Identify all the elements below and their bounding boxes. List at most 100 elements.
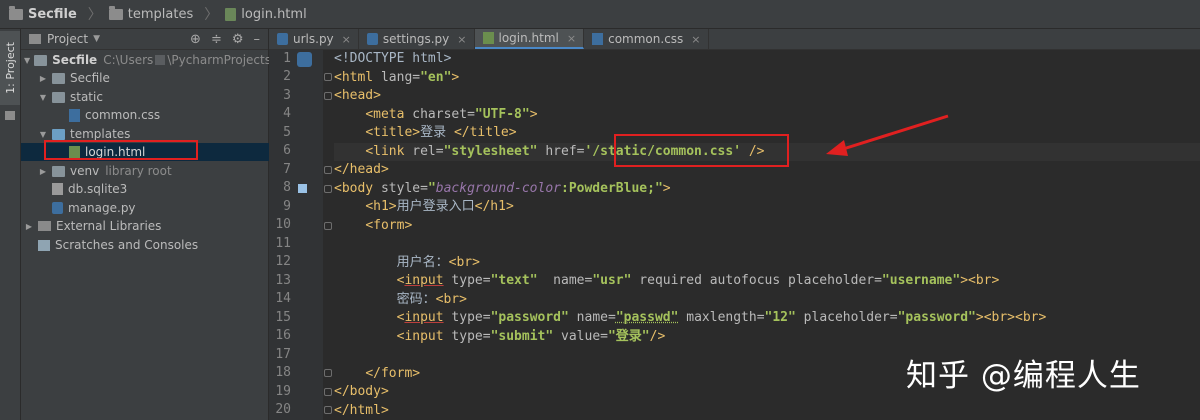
tree-item-venv[interactable]: ▶ venv library root: [21, 162, 285, 180]
tree-item-label: common.css: [85, 108, 161, 122]
breadcrumb-folder[interactable]: templates: [128, 7, 193, 22]
attr: type=: [443, 328, 491, 344]
line-number: 19: [275, 384, 291, 399]
close-icon[interactable]: ×: [342, 33, 351, 46]
editor-gutter: 1 2 3 4 5 6 7 8 9 10 11 12 13 14 15 16 1…: [269, 50, 323, 420]
tree-item-templates[interactable]: ▼ templates: [21, 125, 285, 143]
tab-urls-py[interactable]: urls.py ×: [269, 29, 359, 49]
folder-icon: [52, 72, 65, 84]
redacted-path: [155, 55, 166, 65]
text: 用户登录入口: [396, 199, 475, 214]
html-file-icon: [482, 32, 494, 44]
tree-item-label: templates: [70, 127, 131, 141]
collapsed-arrow-icon[interactable]: ▶: [24, 222, 34, 231]
attr: type=: [443, 310, 491, 325]
tag: <title>: [365, 125, 421, 140]
close-icon[interactable]: ×: [567, 32, 576, 45]
collapsed-arrow-icon[interactable]: ▶: [38, 74, 48, 83]
bookmark-icon[interactable]: [298, 184, 307, 193]
code-line-12: 用户名：<br>: [334, 254, 480, 273]
breadcrumb-project[interactable]: Secfile: [28, 7, 77, 22]
fold-marker-icon[interactable]: [324, 369, 332, 377]
expanded-arrow-icon[interactable]: ▼: [38, 130, 48, 139]
folder-icon: [9, 5, 23, 20]
locate-icon[interactable]: ⊕: [190, 32, 201, 47]
code-line-18: </form>: [334, 365, 420, 384]
python-file-icon: [366, 33, 378, 45]
string: "en": [420, 69, 452, 85]
tree-item-secfile[interactable]: ▶ Secfile: [21, 69, 285, 87]
string: "passwd": [615, 310, 679, 325]
tab-label: common.css: [608, 32, 684, 46]
line-number: 5: [283, 125, 291, 140]
string: "password": [490, 310, 569, 325]
tag: >: [451, 69, 460, 85]
tag: ><br>: [960, 273, 1000, 288]
line-number: 14: [275, 291, 291, 306]
tag: <head>: [334, 88, 381, 103]
fold-marker-icon[interactable]: [324, 92, 332, 100]
folder-icon: [108, 5, 123, 20]
attr: lang=: [373, 69, 421, 85]
tree-item-label: Scratches and Consoles: [55, 238, 199, 252]
tag: >: [529, 106, 538, 122]
tree-item-label: venv: [70, 164, 100, 178]
html-file-icon: [69, 145, 80, 159]
tag: </title>: [453, 125, 517, 140]
code-line-3: <head>: [334, 87, 381, 106]
hide-icon[interactable]: –: [254, 32, 261, 47]
project-view-selector[interactable]: Project: [47, 32, 88, 46]
line-number: 10: [275, 217, 291, 232]
tree-item-db-sqlite[interactable]: db.sqlite3: [21, 180, 299, 198]
code-line-16: <input type="submit" value="登录"/>: [334, 328, 666, 347]
tag: <body: [334, 180, 374, 196]
collapse-all-icon[interactable]: ≑: [211, 32, 222, 47]
code-line-9: <h1>用户登录入口</h1>: [334, 198, 513, 217]
python-logo-icon: [297, 52, 312, 67]
tree-item-scratches[interactable]: Scratches and Consoles: [21, 236, 285, 254]
tab-label: urls.py: [293, 32, 334, 46]
string: "stylesheet": [443, 143, 538, 159]
tree-item-static[interactable]: ▼ static: [21, 88, 285, 106]
attr: value=: [553, 328, 608, 344]
close-icon[interactable]: ×: [691, 33, 700, 46]
chevron-down-icon[interactable]: ▼: [93, 34, 100, 44]
python-file-icon: [52, 202, 63, 214]
close-icon[interactable]: ×: [457, 33, 466, 46]
line-number: 20: [275, 402, 291, 417]
expanded-arrow-icon[interactable]: ▼: [24, 56, 30, 65]
folder-icon: [34, 54, 48, 66]
fold-marker-icon[interactable]: [324, 406, 332, 414]
gear-icon[interactable]: ⚙: [232, 32, 244, 47]
tag: <br>: [435, 291, 467, 307]
string: "password": [897, 310, 976, 325]
structure-icon[interactable]: [5, 111, 15, 120]
tree-item-label: manage.py: [68, 201, 136, 215]
tree-item-label: Secfile: [52, 53, 98, 67]
fold-marker-icon[interactable]: [324, 73, 332, 81]
tab-settings-py[interactable]: settings.py ×: [359, 29, 475, 49]
expanded-arrow-icon[interactable]: ▼: [38, 93, 48, 102]
css-file-icon: [69, 108, 80, 122]
attr: charset=: [404, 106, 475, 122]
python-file-icon: [277, 33, 288, 45]
fold-marker-icon[interactable]: [324, 388, 332, 396]
tree-item-manage-py[interactable]: manage.py: [21, 199, 299, 217]
fold-marker-icon[interactable]: [324, 166, 332, 174]
tab-common-css[interactable]: common.css ×: [584, 29, 709, 49]
line-number: 12: [275, 254, 291, 269]
attr: name=: [568, 310, 616, 325]
fold-marker-icon[interactable]: [324, 185, 332, 193]
tree-item-external-libraries[interactable]: ▶ External Libraries: [21, 217, 271, 235]
fold-marker-icon[interactable]: [324, 222, 332, 230]
tree-item-root[interactable]: ▼ Secfile C:\Users \PycharmProjects: [21, 51, 271, 69]
templates-folder-icon: [52, 128, 65, 140]
project-tool-window-tab[interactable]: 1: Project: [0, 31, 20, 105]
project-panel: Project ▼ ⊕ ≑ ⚙ – ▼ Secfile C:\Users \Py…: [21, 29, 316, 420]
line-number: 1: [283, 51, 291, 66]
breadcrumb-file[interactable]: login.html: [241, 7, 306, 22]
tab-login-html[interactable]: login.html ×: [474, 29, 585, 49]
css-property: background-color: [435, 180, 561, 196]
tag: <input: [396, 328, 444, 344]
collapsed-arrow-icon[interactable]: ▶: [38, 167, 48, 176]
